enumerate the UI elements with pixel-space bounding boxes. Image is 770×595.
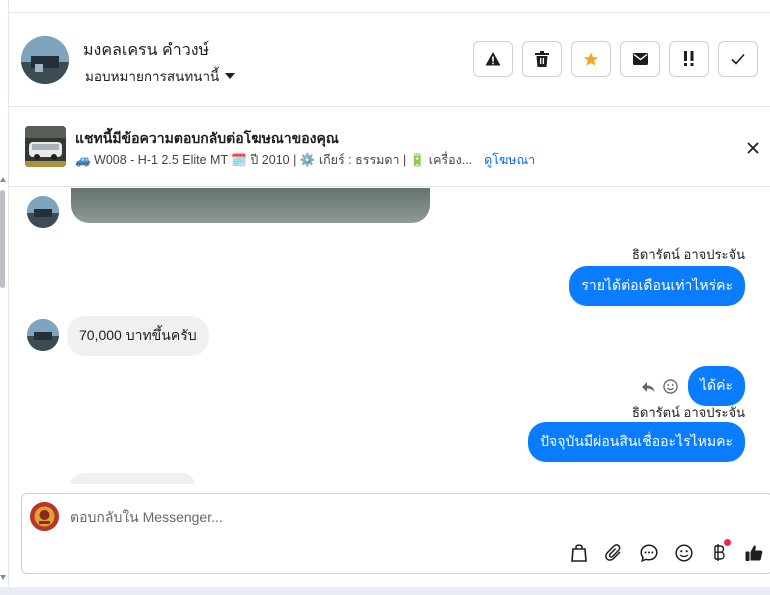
ad-detail-text: 🚙 W008 - H-1 2.5 Elite MT 🗓️ ปี 2010 | ⚙… xyxy=(75,153,473,167)
ad-banner-title: แชทนี้มีข้อความตอบกลับต่อโฆษณาของคุณ xyxy=(75,130,339,146)
mark-unread-button[interactable] xyxy=(620,41,660,77)
assign-label: มอบหมายการสนทนานี้ xyxy=(85,69,220,84)
paperclip-icon xyxy=(604,543,621,561)
ad-thumbnail[interactable] xyxy=(25,126,66,167)
notification-dot xyxy=(724,539,731,546)
trash-icon xyxy=(535,51,549,67)
thumbs-up-icon xyxy=(745,544,762,561)
assign-conversation-dropdown[interactable]: มอบหมายการสนทนานี้ xyxy=(85,65,236,87)
outgoing-message[interactable]: ปัจจุบันมีผ่อนสินเชื่ออะไรไหมคะ xyxy=(528,422,745,462)
chat-bubble-icon xyxy=(639,543,658,562)
view-ad-link[interactable]: ดูโฆษณา xyxy=(484,150,535,170)
exclamation-icon xyxy=(684,51,694,66)
ad-detail-row: 🚙 W008 - H-1 2.5 Elite MT 🗓️ ปี 2010 | ⚙… xyxy=(75,150,535,170)
smiley-icon xyxy=(674,543,693,562)
composer-tools xyxy=(566,539,766,565)
sender-name: ธิดารัตน์ อาจประจัน xyxy=(631,405,745,420)
shopping-bag-button[interactable] xyxy=(566,540,591,565)
outgoing-message[interactable]: ได้ค่ะ xyxy=(687,366,745,406)
attach-button[interactable] xyxy=(601,540,626,565)
reply-icon[interactable] xyxy=(641,381,655,393)
header-actions xyxy=(473,41,758,77)
envelope-icon xyxy=(632,53,648,65)
image-attachment[interactable] xyxy=(71,188,430,223)
chevron-down-icon xyxy=(225,73,236,79)
star-icon xyxy=(584,52,598,66)
incoming-message-partial[interactable] xyxy=(69,473,196,484)
star-button[interactable] xyxy=(571,41,611,77)
message-actions xyxy=(641,379,678,394)
ad-reply-banner: แชทนี้มีข้อความตอบกลับต่อโฆษณาของคุณ 🚙 W… xyxy=(9,108,770,187)
left-scrollbar[interactable] xyxy=(0,0,9,595)
payment-button[interactable] xyxy=(706,539,731,565)
contact-message-avatar xyxy=(27,319,59,351)
sender-name: ธิดารัตน์ อาจประจัน xyxy=(631,247,745,262)
follow-up-button[interactable] xyxy=(669,41,709,77)
checkmark-icon xyxy=(731,53,745,65)
incoming-message[interactable]: 70,000 บาทขึ้นครับ xyxy=(67,316,209,356)
conversation-header: มงคลเครน คําวงษ์ มอบหมายการสนทนานี้ xyxy=(9,13,770,107)
emoji-button[interactable] xyxy=(671,540,696,565)
warning-icon xyxy=(485,52,501,66)
contact-avatar[interactable] xyxy=(21,36,69,84)
close-banner-button[interactable] xyxy=(746,141,760,155)
mark-done-button[interactable] xyxy=(718,41,758,77)
emoji-react-icon[interactable] xyxy=(663,379,678,394)
scroll-down-arrow-icon[interactable] xyxy=(0,575,6,580)
page-avatar xyxy=(30,502,59,531)
scrollbar-thumb[interactable] xyxy=(0,190,5,288)
saved-replies-button[interactable] xyxy=(636,540,661,565)
scroll-up-arrow-icon[interactable] xyxy=(0,177,6,182)
outgoing-message[interactable]: รายได้ต่อเดือนเท่าไหร่คะ xyxy=(569,266,745,306)
report-button[interactable] xyxy=(473,41,513,77)
baht-icon xyxy=(713,544,725,561)
contact-name[interactable]: มงคลเครน คําวงษ์ xyxy=(83,38,209,63)
contact-message-avatar xyxy=(27,196,59,228)
reply-composer xyxy=(21,493,770,574)
delete-button[interactable] xyxy=(522,41,562,77)
bottom-bar xyxy=(0,587,770,595)
reply-input[interactable] xyxy=(70,506,730,528)
close-icon xyxy=(747,142,759,154)
like-button[interactable] xyxy=(741,540,766,565)
shopping-bag-icon xyxy=(570,544,587,562)
message-thread[interactable]: ธิดารัตน์ อาจประจัน รายได้ต่อเดือนเท่าไห… xyxy=(9,188,770,484)
